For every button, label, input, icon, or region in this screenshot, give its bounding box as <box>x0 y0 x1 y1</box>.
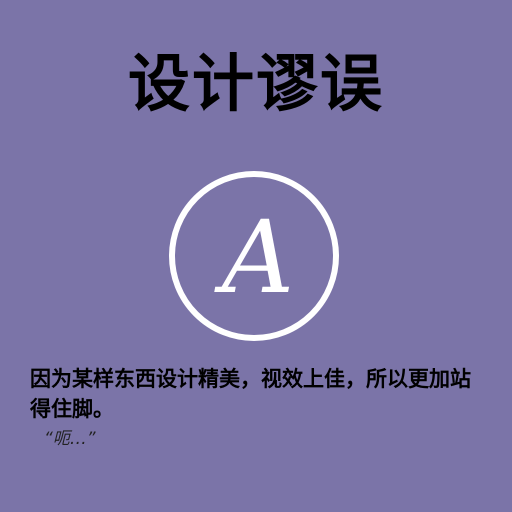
script-letter-a-circle-logo-icon: A <box>166 168 342 344</box>
fallacy-description: 因为某样东西设计精美，视效上佳，所以更加站得住脚。 <box>30 367 471 421</box>
meme-card: 设计谬误 A 因为某样东西设计精美，视效上佳，所以更加站得住脚。 “呃…” <box>0 0 512 512</box>
logo-letter: A <box>214 199 294 316</box>
page-title: 设计谬误 <box>127 47 384 120</box>
reaction-quote: “呃…” <box>44 429 96 449</box>
